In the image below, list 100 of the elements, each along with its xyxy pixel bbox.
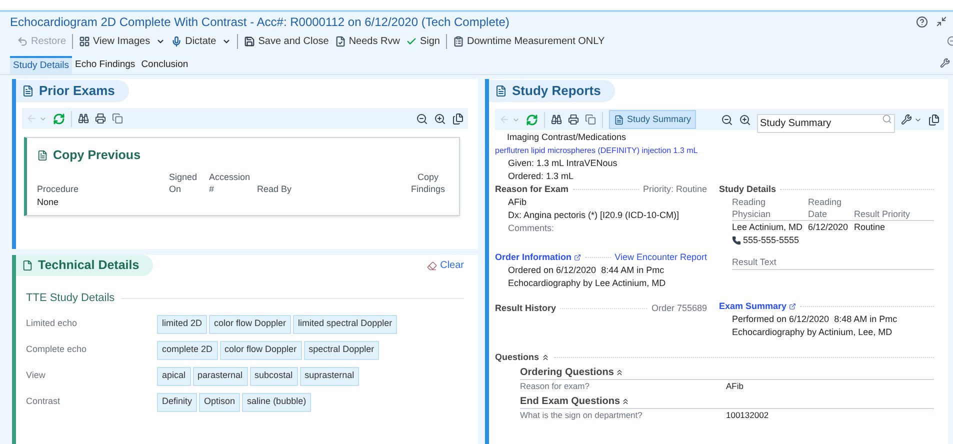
undo-icon bbox=[17, 36, 28, 46]
comments-label: Comments: bbox=[507, 222, 556, 235]
printer-icon[interactable] bbox=[568, 114, 579, 125]
option-chip[interactable]: parasternal bbox=[192, 366, 248, 386]
column-header: Copy Findings bbox=[410, 170, 446, 195]
panel-title: Prior Exams bbox=[16, 80, 129, 102]
section-heading: Reason for Exam bbox=[495, 183, 569, 196]
search-field[interactable]: Study Summary bbox=[757, 114, 895, 133]
row-label: Complete echo bbox=[26, 343, 88, 356]
clear-link[interactable]: Clear bbox=[427, 258, 464, 273]
option-chip[interactable]: limited spectral Doppler bbox=[293, 314, 398, 334]
order-information-link[interactable]: Order Information bbox=[495, 251, 581, 264]
zoom-out-icon[interactable] bbox=[416, 112, 428, 124]
help-icon[interactable] bbox=[916, 16, 928, 28]
wrench-icon[interactable] bbox=[940, 58, 950, 68]
card-title: Copy Previous bbox=[37, 146, 449, 165]
eraser-icon bbox=[427, 260, 438, 270]
panel-title: Technical Details bbox=[16, 255, 154, 276]
zoom-out-icon[interactable] bbox=[721, 114, 733, 126]
option-chip[interactable]: Optison bbox=[199, 392, 240, 412]
question-group-toggle[interactable]: Ordering Questions bbox=[520, 366, 934, 380]
table-cell-text: 6/12/2020 bbox=[808, 221, 850, 234]
detail-text: Echocardiography by Lee Actinium, MD bbox=[507, 277, 667, 290]
option-chip[interactable]: spectral Doppler bbox=[304, 340, 380, 360]
row-label: Contrast bbox=[26, 395, 62, 408]
option-chip[interactable]: saline (bubble) bbox=[242, 392, 312, 412]
column-header: Signed On bbox=[169, 170, 198, 195]
collapse-chevron-icon bbox=[541, 353, 550, 362]
panel-title: Study Reports bbox=[489, 80, 615, 102]
option-chip[interactable]: color flow Doppler bbox=[220, 340, 302, 360]
tab[interactable]: Conclusion bbox=[138, 56, 192, 74]
column-header: Reading Date bbox=[808, 196, 843, 220]
medication-link[interactable]: perflutren lipid microspheres (DEFINITY) injection 1.3 mL bbox=[495, 144, 934, 157]
table-cell-text: Routine bbox=[854, 221, 886, 234]
copy-icon[interactable] bbox=[112, 113, 123, 124]
priority-text: Priority: Routine bbox=[642, 183, 707, 196]
search-icon bbox=[882, 114, 892, 124]
document-icon bbox=[614, 114, 624, 124]
document-icon bbox=[22, 85, 34, 97]
collapse-icon[interactable] bbox=[936, 16, 947, 27]
zoom-in-icon[interactable] bbox=[739, 114, 751, 126]
column-header: Read By bbox=[257, 182, 293, 195]
option-chip[interactable]: complete 2D bbox=[157, 340, 218, 360]
toolbar-button[interactable]: Downtime Measurement ONLY bbox=[450, 34, 608, 48]
refresh-icon[interactable] bbox=[526, 114, 538, 126]
toolbar-button[interactable]: View Images bbox=[76, 34, 168, 48]
row-label: Limited echo bbox=[26, 317, 78, 330]
detail-text: Given: 1.3 mL IntraVENous bbox=[507, 157, 618, 170]
tab[interactable]: Study Details bbox=[10, 56, 72, 74]
binoculars-icon[interactable] bbox=[551, 114, 562, 125]
toolbar-button[interactable]: Needs Rvw bbox=[332, 34, 403, 48]
copy-icon[interactable] bbox=[585, 114, 596, 125]
row-label: View bbox=[26, 369, 46, 382]
study-summary-button[interactable]: Study Summary bbox=[609, 110, 696, 129]
section-heading: Result History bbox=[495, 302, 556, 315]
questions-toggle[interactable]: Questions bbox=[495, 351, 550, 364]
pages-icon[interactable] bbox=[928, 114, 940, 126]
detail-text: Echocardiography by Actinium, Lee, MD bbox=[731, 326, 894, 339]
section-heading: TTE Study Details bbox=[26, 291, 115, 306]
column-header: Procedure bbox=[37, 182, 80, 195]
question-text: What is the sign on department? bbox=[520, 409, 644, 422]
column-header: Result Priority bbox=[854, 208, 912, 220]
option-chip[interactable]: apical bbox=[157, 366, 191, 386]
printer-icon[interactable] bbox=[95, 113, 106, 124]
phone-icon bbox=[732, 236, 741, 245]
refresh-icon[interactable] bbox=[53, 112, 65, 124]
binoculars-icon[interactable] bbox=[78, 113, 89, 124]
answer-text: AFib bbox=[726, 380, 744, 393]
grid-icon bbox=[79, 36, 90, 46]
zoom-in-icon[interactable] bbox=[434, 112, 446, 124]
option-chip[interactable]: color flow Doppler bbox=[209, 314, 292, 334]
collapse-chevron-icon bbox=[614, 368, 624, 377]
detail-text: Ordered on 6/12/2020 8:44 AM in Pmc bbox=[507, 264, 666, 277]
document-icon bbox=[495, 85, 507, 97]
document-icon bbox=[22, 260, 33, 271]
toolbar-button[interactable]: Save and Close bbox=[241, 34, 332, 48]
question-text: Reason for exam? bbox=[520, 380, 590, 393]
toolbar-button[interactable]: Dictate bbox=[168, 34, 238, 48]
external-link-icon bbox=[574, 254, 581, 261]
clipboard-icon bbox=[452, 36, 464, 46]
external-link-icon bbox=[788, 303, 796, 310]
save-icon bbox=[244, 36, 256, 46]
option-chip[interactable]: Definity bbox=[157, 392, 198, 412]
option-chip[interactable]: subcostal bbox=[250, 366, 298, 386]
option-chip[interactable]: limited 2D bbox=[157, 314, 208, 334]
toolbar-button[interactable]: Sign bbox=[402, 34, 447, 48]
table-cell-text: None bbox=[37, 196, 60, 209]
question-group-toggle[interactable]: End Exam Questions bbox=[520, 395, 934, 409]
tab[interactable]: Echo Findings bbox=[72, 56, 138, 74]
document-check-icon bbox=[334, 36, 346, 46]
encounter-report-link[interactable]: View Encounter Report bbox=[614, 251, 707, 264]
order-number: Order 755689 bbox=[651, 302, 707, 315]
microphone-icon bbox=[171, 36, 182, 46]
wrench-icon[interactable] bbox=[901, 114, 912, 125]
section-heading: Imaging Contrast/Medications bbox=[506, 131, 628, 144]
collapse-chevron-icon bbox=[621, 397, 630, 406]
option-chip[interactable]: suprasternal bbox=[300, 366, 360, 386]
exam-summary-link[interactable]: Exam Summary bbox=[719, 300, 796, 313]
pages-icon[interactable] bbox=[452, 112, 464, 124]
phone-number: 555-555-5555 bbox=[743, 234, 800, 247]
